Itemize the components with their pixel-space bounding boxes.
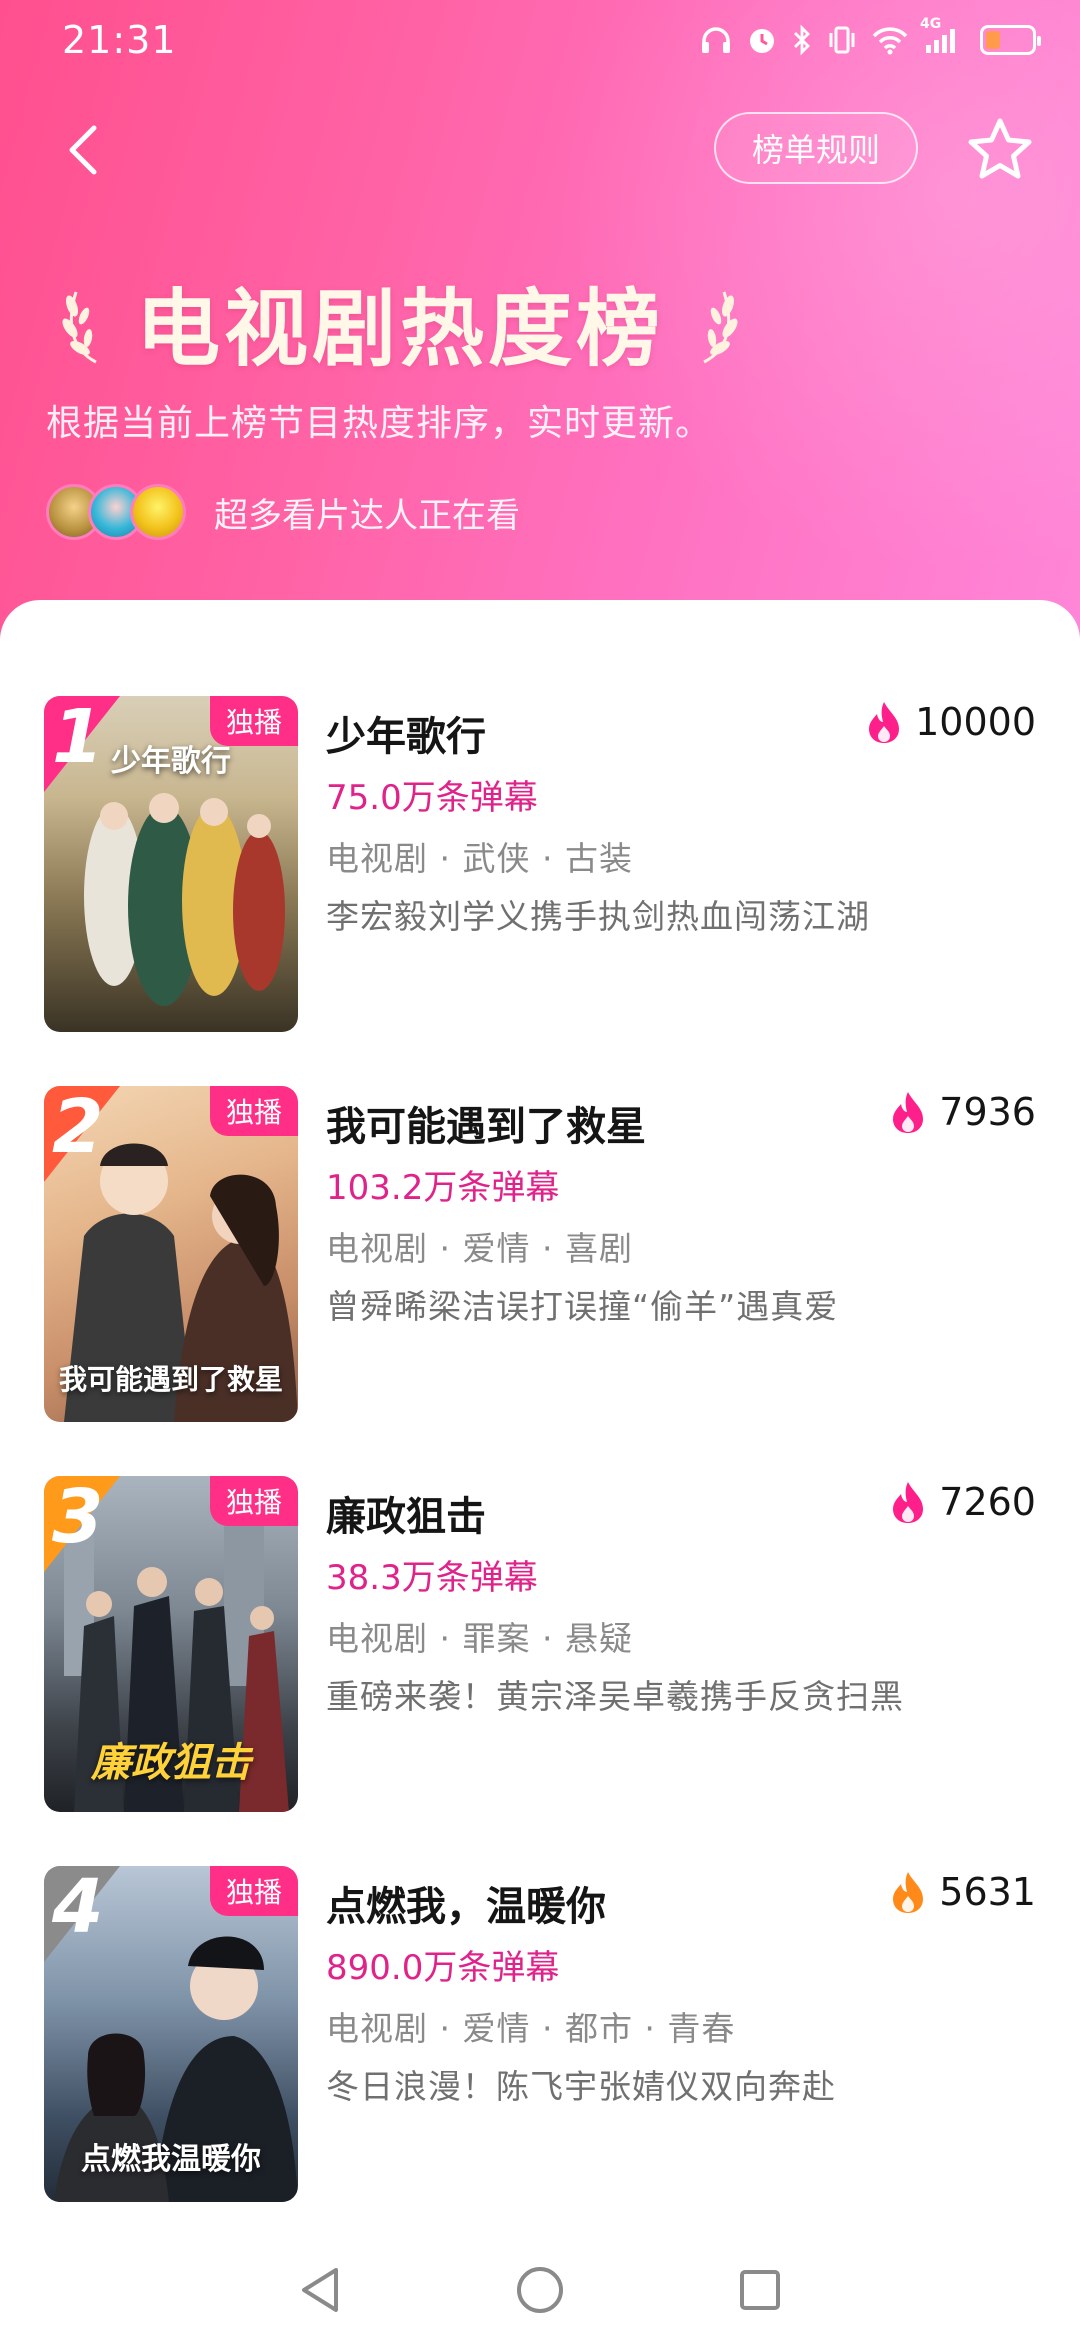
heat-score: 7260 bbox=[891, 1480, 1036, 1524]
exclusive-badge: 独播 bbox=[209, 696, 298, 746]
alarm-icon bbox=[746, 20, 778, 60]
list-item[interactable]: 廉政狙击 3 独播 廉政狙击 7260 38.3万条弹幕 电视剧 · 罪案 · … bbox=[0, 1476, 1080, 1816]
flame-icon bbox=[893, 1482, 924, 1523]
show-tags: 电视剧 · 武侠 · 古装 bbox=[326, 839, 633, 878]
title-row: 电视剧热度榜 bbox=[58, 262, 742, 383]
heat-score: 10000 bbox=[867, 700, 1036, 744]
flame-icon bbox=[893, 1872, 924, 1913]
bluetooth-icon bbox=[792, 20, 812, 60]
nav-recents-button[interactable] bbox=[730, 2260, 790, 2320]
headphones-icon bbox=[700, 20, 732, 60]
heat-value: 10000 bbox=[915, 700, 1036, 744]
exclusive-badge: 独播 bbox=[209, 1476, 298, 1526]
poster-caption: 廉政狙击 bbox=[91, 1739, 251, 1786]
show-title[interactable]: 点燃我，温暖你 bbox=[326, 1874, 606, 1932]
poster-caption: 点燃我温暖你 bbox=[81, 2142, 261, 2177]
star-icon bbox=[968, 118, 1032, 179]
signal-icon: 4G bbox=[920, 16, 962, 60]
poster-image[interactable]: 少年歌行 1 独播 bbox=[44, 696, 298, 1032]
list-item[interactable]: 少年歌行 1 独播 少年歌行 10000 75.0万条弹幕 电视剧 · 武侠 ·… bbox=[0, 696, 1080, 1036]
show-description: 冬日浪漫！陈飞宇张婧仪双向奔赴 bbox=[326, 2067, 836, 2106]
laurel-left-icon bbox=[62, 291, 97, 363]
back-button[interactable] bbox=[52, 118, 116, 182]
list-item[interactable]: 点燃我温暖你 4 独播 点燃我，温暖你 5631 890.0万条弹幕 电视剧 ·… bbox=[0, 1866, 1080, 2206]
wifi-icon bbox=[872, 20, 908, 60]
rank-number: 3 bbox=[52, 1476, 104, 1560]
heat-value: 7260 bbox=[939, 1480, 1036, 1524]
list-item[interactable]: 我可能遇到了救星 2 独播 我可能遇到了救星 7936 103.2万条弹幕 电视… bbox=[0, 1086, 1080, 1426]
show-tags: 电视剧 · 爱情 · 都市 · 青春 bbox=[326, 2009, 736, 2048]
laurel-right-icon bbox=[703, 291, 738, 363]
show-tags: 电视剧 · 罪案 · 悬疑 bbox=[326, 1619, 633, 1658]
system-nav-bar bbox=[0, 2240, 1080, 2340]
heat-score: 7936 bbox=[891, 1090, 1036, 1134]
nav-back-button[interactable] bbox=[290, 2260, 350, 2320]
show-description: 重磅来袭！黄宗泽吴卓羲携手反贪扫黑 bbox=[326, 1677, 904, 1716]
status-icons: 4G bbox=[700, 16, 1041, 60]
heat-value: 7936 bbox=[939, 1090, 1036, 1134]
network-type: 4G bbox=[920, 16, 942, 32]
flame-icon bbox=[893, 1092, 924, 1133]
status-bar: 21:31 4G bbox=[0, 0, 1080, 80]
page-title: 电视剧热度榜 bbox=[136, 280, 665, 378]
show-title[interactable]: 廉政狙击 bbox=[326, 1484, 486, 1542]
rank-number: 2 bbox=[52, 1086, 104, 1170]
poster-image[interactable]: 我可能遇到了救星 2 独播 bbox=[44, 1086, 298, 1422]
page-subtitle: 根据当前上榜节目热度排序，实时更新。 bbox=[46, 403, 713, 444]
status-time: 21:31 bbox=[62, 18, 177, 62]
danmu-count: 38.3万条弹幕 bbox=[326, 1558, 538, 1598]
favorite-button[interactable] bbox=[962, 112, 1038, 188]
avatar bbox=[130, 484, 186, 540]
rules-button[interactable]: 榜单规则 bbox=[714, 112, 918, 184]
danmu-count: 75.0万条弹幕 bbox=[326, 778, 538, 818]
show-title[interactable]: 我可能遇到了救星 bbox=[326, 1094, 646, 1152]
danmu-count: 103.2万条弹幕 bbox=[326, 1168, 560, 1208]
exclusive-badge: 独播 bbox=[209, 1086, 298, 1136]
circle-home-icon bbox=[517, 2267, 563, 2313]
vibrate-icon bbox=[826, 20, 858, 60]
show-title[interactable]: 少年歌行 bbox=[326, 704, 486, 762]
exclusive-badge: 独播 bbox=[209, 1866, 298, 1916]
poster-image[interactable]: 廉政狙击 3 独播 bbox=[44, 1476, 298, 1812]
poster-caption: 我可能遇到了救星 bbox=[58, 1363, 283, 1396]
viewers-text: 超多看片达人正在看 bbox=[214, 495, 520, 536]
rank-number: 1 bbox=[52, 696, 104, 780]
top-nav: 榜单规则 bbox=[0, 100, 1080, 200]
triangle-back-icon bbox=[302, 2268, 338, 2312]
back-arrow-icon bbox=[69, 125, 97, 175]
flame-icon bbox=[869, 702, 900, 743]
square-recents-icon bbox=[740, 2270, 780, 2310]
heat-value: 5631 bbox=[939, 1870, 1036, 1914]
nav-home-button[interactable] bbox=[510, 2260, 570, 2320]
show-tags: 电视剧 · 爱情 · 喜剧 bbox=[326, 1229, 633, 1268]
ranking-list: 少年歌行 1 独播 少年歌行 10000 75.0万条弹幕 电视剧 · 武侠 ·… bbox=[0, 600, 1080, 2240]
show-description: 曾舜晞梁洁误打误撞“偷羊”遇真爱 bbox=[326, 1287, 839, 1326]
viewer-avatars bbox=[46, 484, 186, 540]
viewers-row: 超多看片达人正在看 bbox=[46, 484, 520, 540]
poster-image[interactable]: 点燃我温暖你 4 独播 bbox=[44, 1866, 298, 2202]
battery-icon bbox=[980, 25, 1041, 55]
heat-score: 5631 bbox=[891, 1870, 1036, 1914]
danmu-count: 890.0万条弹幕 bbox=[326, 1948, 560, 1988]
rank-number: 4 bbox=[52, 1866, 104, 1950]
show-description: 李宏毅刘学义携手执剑热血闯荡江湖 bbox=[326, 897, 870, 936]
